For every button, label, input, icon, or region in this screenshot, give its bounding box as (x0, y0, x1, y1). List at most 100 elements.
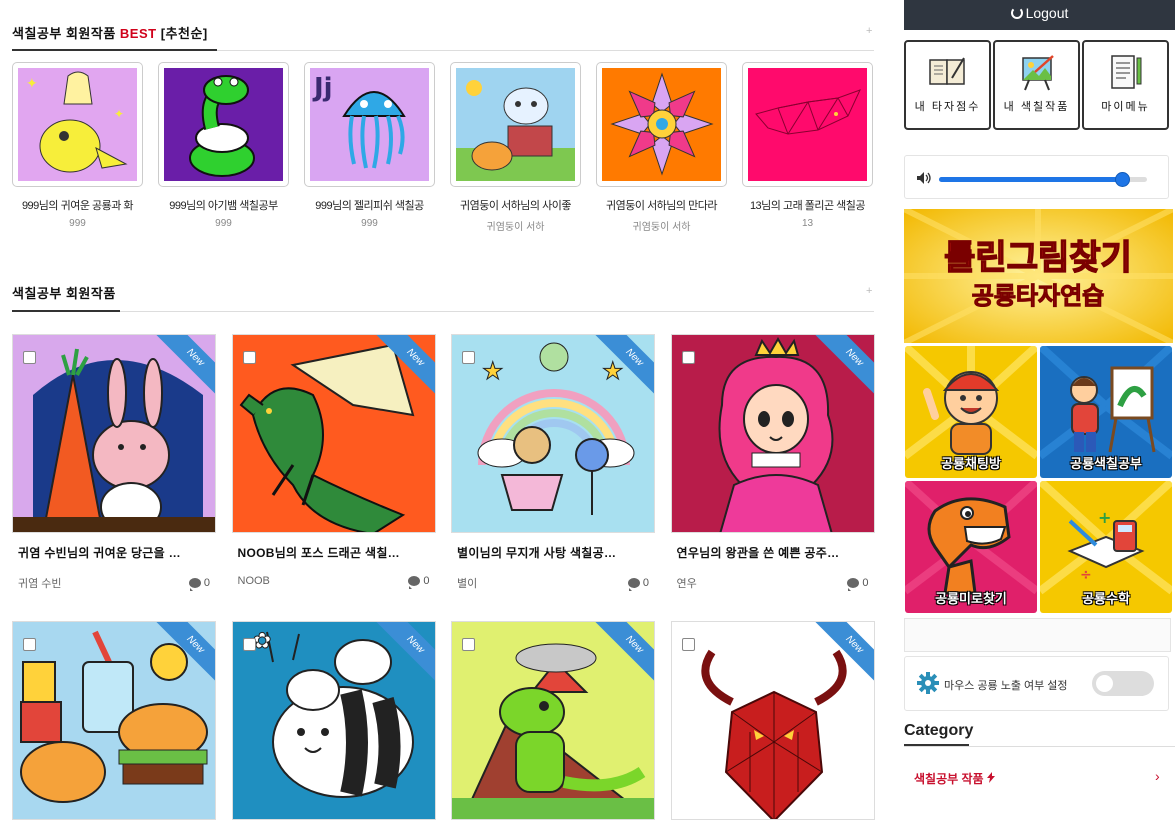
artwork-card[interactable]: ★ ★ New 별이님의 무지개 사탕 색칠공… 별이 0 (451, 334, 655, 591)
volume-control (904, 155, 1169, 199)
tile-label: 공룡미로찾기 (935, 591, 1007, 606)
select-checkbox[interactable] (462, 351, 475, 364)
artwork-title[interactable]: 별이님의 무지개 사탕 색칠공… (451, 544, 655, 561)
select-checkbox[interactable] (462, 638, 475, 651)
comment-count: 0 (627, 575, 649, 591)
dinosaur-volcano-art: ✦ ✦ (18, 68, 137, 181)
menu-label: 내 색칠작품 (1003, 101, 1070, 113)
artwork-image[interactable]: New (670, 621, 875, 820)
best-item[interactable]: 귀염둥이 서하님의 사이좋귀염둥이 서하 (450, 62, 581, 233)
comment-value: 0 (642, 577, 649, 589)
artwork-card[interactable]: ✿ New (231, 621, 436, 820)
artwork-card[interactable]: New (451, 621, 655, 820)
baby-snake-art (164, 68, 283, 181)
best-caption[interactable]: 귀염둥이 서하님의 만다라 (596, 197, 727, 213)
best-author: 999 (69, 218, 86, 229)
member-more-button[interactable]: + (866, 285, 872, 297)
artwork-author: NOOB (237, 575, 270, 587)
best-thumbnail[interactable] (158, 62, 289, 187)
dino-math-tile[interactable]: + ÷ 공룡수학 (1040, 481, 1172, 613)
spot-difference-banner[interactable]: 틀린그림찾기 공룡타자연습 (904, 209, 1173, 343)
select-checkbox[interactable] (23, 638, 36, 651)
artwork-title[interactable]: 연우님의 왕관을 쓴 예쁜 공주… (671, 544, 875, 561)
dino-chat-tile[interactable]: 공룡채팅방 (905, 346, 1037, 478)
comment-count: 0 (408, 575, 430, 589)
green-dragon-art (233, 335, 435, 532)
best-thumbnail[interactable] (596, 62, 727, 187)
artwork-card[interactable]: New NOOB님의 포스 드래곤 색칠… NOOB 0 (231, 334, 436, 589)
select-checkbox[interactable] (681, 638, 695, 651)
toggle-knob (1096, 675, 1113, 692)
select-checkbox[interactable] (242, 351, 256, 364)
polygon-whale-art (748, 68, 867, 181)
jellyfish-art: Jj (310, 68, 429, 181)
lightning-icon (986, 772, 995, 783)
bee-art: ✿ (233, 622, 435, 819)
volume-fill (939, 177, 1123, 182)
artwork-card[interactable]: New (12, 621, 216, 820)
svg-text:★: ★ (482, 358, 504, 385)
dinosaur-volcano-art (452, 622, 654, 819)
best-thumbnail[interactable] (450, 62, 581, 187)
volume-slider[interactable] (939, 172, 1147, 187)
artwork-image[interactable]: ✿ New (231, 621, 436, 820)
select-checkbox[interactable] (681, 351, 695, 364)
svg-text:÷: ÷ (1080, 567, 1092, 583)
best-item[interactable]: ✦ ✦ 999님의 귀여운 공룡과 화 999 (12, 62, 143, 229)
best-item[interactable]: 13님의 고래 폴리곤 색칠공 13 (742, 62, 873, 229)
menu-label: 내 타자점수 (914, 101, 981, 113)
best-item[interactable]: Jj 999님의 젤리피쉬 색칠공 999 (304, 62, 435, 229)
speaker-icon (917, 172, 931, 184)
artwork-image[interactable]: New (12, 334, 216, 533)
best-caption[interactable]: 999님의 젤리피쉬 색칠공 (304, 197, 435, 213)
comment-value: 0 (423, 575, 430, 587)
select-checkbox[interactable] (242, 638, 256, 651)
mandala-art (602, 68, 721, 181)
easel-icon (1021, 55, 1054, 91)
best-thumbnail[interactable]: ✦ ✦ (12, 62, 143, 187)
banner-line1: 틀린그림찾기 (944, 238, 1132, 278)
mouse-dino-toggle[interactable] (1092, 671, 1154, 696)
best-thumbnail[interactable]: Jj (304, 62, 435, 187)
book-pen-icon (928, 57, 965, 85)
rainbow-candy-art: ★ ★ (452, 335, 654, 532)
best-caption[interactable]: 13님의 고래 폴리곤 색칠공 (742, 197, 873, 213)
best-caption[interactable]: 999님의 귀여운 공룡과 화 (12, 197, 143, 213)
artwork-card[interactable]: New 귀염 수빈님의 귀여운 당근을 … 귀염 수빈 0 (12, 334, 216, 591)
best-more-button[interactable]: + (866, 25, 872, 37)
empty-panel (904, 618, 1171, 652)
best-caption[interactable]: 귀염둥이 서하님의 사이좋 (450, 197, 581, 213)
best-author: 귀염둥이 서하 (486, 222, 545, 233)
dino-coloring-tile[interactable]: 공룡색칠공부 (1040, 346, 1172, 478)
artwork-title[interactable]: NOOB님의 포스 드래곤 색칠… (232, 544, 436, 561)
artwork-image[interactable]: New (451, 621, 655, 820)
artwork-image[interactable]: New (670, 334, 875, 533)
artwork-image[interactable]: New (12, 621, 216, 820)
chevron-right-icon[interactable]: › (1155, 768, 1160, 784)
comment-value: 0 (203, 577, 210, 589)
best-thumbnail[interactable] (742, 62, 873, 187)
artwork-image[interactable]: New (231, 334, 436, 533)
comment-icon (188, 578, 201, 591)
artwork-title[interactable]: 귀염 수빈님의 귀여운 당근을 … (12, 544, 216, 561)
my-menu-button[interactable]: 마이메뉴 (1082, 40, 1169, 130)
artwork-image[interactable]: ★ ★ New (451, 334, 655, 533)
artwork-card[interactable]: New 연우님의 왕관을 쓴 예쁜 공주… 연우 0 (670, 334, 875, 591)
select-checkbox[interactable] (23, 351, 36, 364)
category-coloring-link[interactable]: 색칠공부 작품 (914, 770, 995, 787)
banner-line2: 공룡타자연습 (972, 282, 1104, 310)
volume-knob[interactable] (1115, 172, 1131, 187)
logout-button[interactable]: Logout (904, 0, 1175, 30)
best-item[interactable]: 999님의 아기뱀 색칠공부 999 (158, 62, 289, 229)
dino-maze-tile[interactable]: 공룡미로찾기 (905, 481, 1037, 613)
my-coloring-button[interactable]: 내 색칠작품 (993, 40, 1080, 130)
crown-princess-art (672, 335, 874, 532)
notepad-icon (1110, 55, 1141, 89)
artwork-card[interactable]: New (670, 621, 875, 820)
my-typing-score-button[interactable]: 내 타자점수 (904, 40, 991, 130)
best-caption[interactable]: 999님의 아기뱀 색칠공부 (158, 197, 289, 213)
tile-label: 공룡채팅방 (941, 456, 1001, 471)
best-item[interactable]: 귀염둥이 서하님의 만다라 귀염둥이 서하 (596, 62, 727, 233)
member-section-title: 색칠공부 회원작품 (12, 286, 116, 301)
comment-icon (408, 576, 421, 589)
